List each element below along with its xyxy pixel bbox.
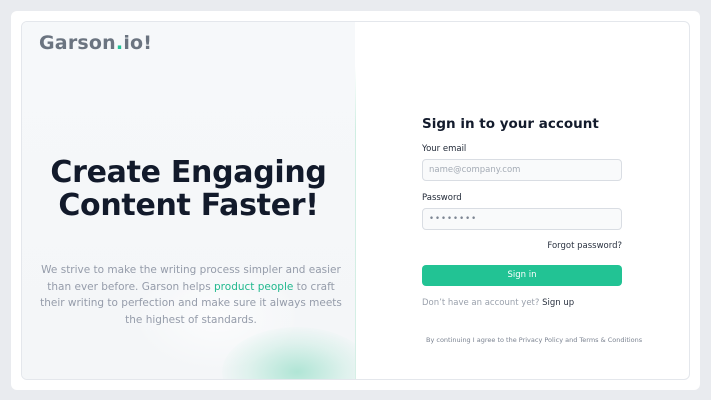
- brand-logo[interactable]: Garson.io!: [39, 32, 152, 54]
- hero-line-2: Content Faster!: [58, 188, 319, 223]
- signin-form: Sign in to your account Your email Passw…: [422, 22, 642, 379]
- signup-prompt-text: Don’t have an account yet?: [422, 298, 543, 308]
- hero-line-1: Create Engaging: [50, 155, 327, 190]
- signup-prompt: Don’t have an account yet? Sign up: [422, 298, 574, 308]
- hero-description: We strive to make the writing process si…: [36, 262, 346, 328]
- hero-heading: Create Engaging Content Faster!: [22, 156, 355, 222]
- password-label: Password: [422, 193, 462, 203]
- terms-notice: By continuing I agree to the Privacy Pol…: [426, 336, 643, 344]
- forgot-password-link[interactable]: Forgot password?: [547, 241, 622, 251]
- form-title: Sign in to your account: [422, 116, 599, 132]
- brand-name-tail: io!: [123, 32, 153, 54]
- marketing-panel: Garson.io! Create Engaging Content Faste…: [22, 22, 355, 379]
- email-field[interactable]: [422, 159, 622, 181]
- signin-card: Garson.io! Create Engaging Content Faste…: [21, 21, 690, 380]
- brand-name-main: Garson: [39, 32, 116, 54]
- sign-in-button[interactable]: Sign in: [422, 265, 622, 286]
- email-label: Your email: [422, 144, 467, 154]
- password-field[interactable]: [422, 208, 622, 230]
- panel-divider: [355, 66, 356, 379]
- sign-up-link[interactable]: Sign up: [542, 298, 574, 308]
- description-highlight: product people: [214, 280, 294, 293]
